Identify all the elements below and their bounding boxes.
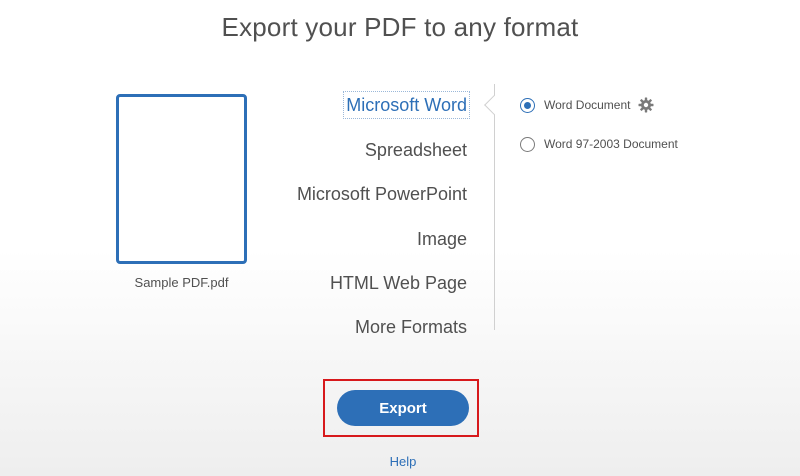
- format-item-more-formats[interactable]: More Formats: [355, 314, 467, 340]
- format-item-image[interactable]: Image: [417, 226, 467, 252]
- selection-caret: [484, 95, 504, 115]
- option-word-document[interactable]: Word Document: [520, 97, 654, 113]
- option-word-97-2003-document[interactable]: Word 97-2003 Document: [520, 136, 678, 152]
- export-button[interactable]: Export: [337, 390, 469, 426]
- format-item-html-web-page[interactable]: HTML Web Page: [330, 270, 467, 296]
- option-label: Word Document: [544, 98, 631, 112]
- pdf-thumbnail: [116, 94, 247, 264]
- format-item-microsoft-powerpoint[interactable]: Microsoft PowerPoint: [297, 181, 467, 207]
- format-item-microsoft-word[interactable]: Microsoft Word: [343, 91, 470, 119]
- format-item-spreadsheet[interactable]: Spreadsheet: [365, 137, 467, 163]
- file-name-label: Sample PDF.pdf: [134, 275, 229, 290]
- help-link[interactable]: Help: [370, 454, 436, 469]
- option-label: Word 97-2003 Document: [544, 137, 678, 151]
- page-title: Export your PDF to any format: [221, 12, 579, 42]
- panel-divider: [494, 84, 495, 330]
- gear-icon[interactable]: [638, 97, 654, 113]
- radio-word-97-2003-document[interactable]: [520, 136, 535, 152]
- radio-word-document[interactable]: [520, 97, 535, 113]
